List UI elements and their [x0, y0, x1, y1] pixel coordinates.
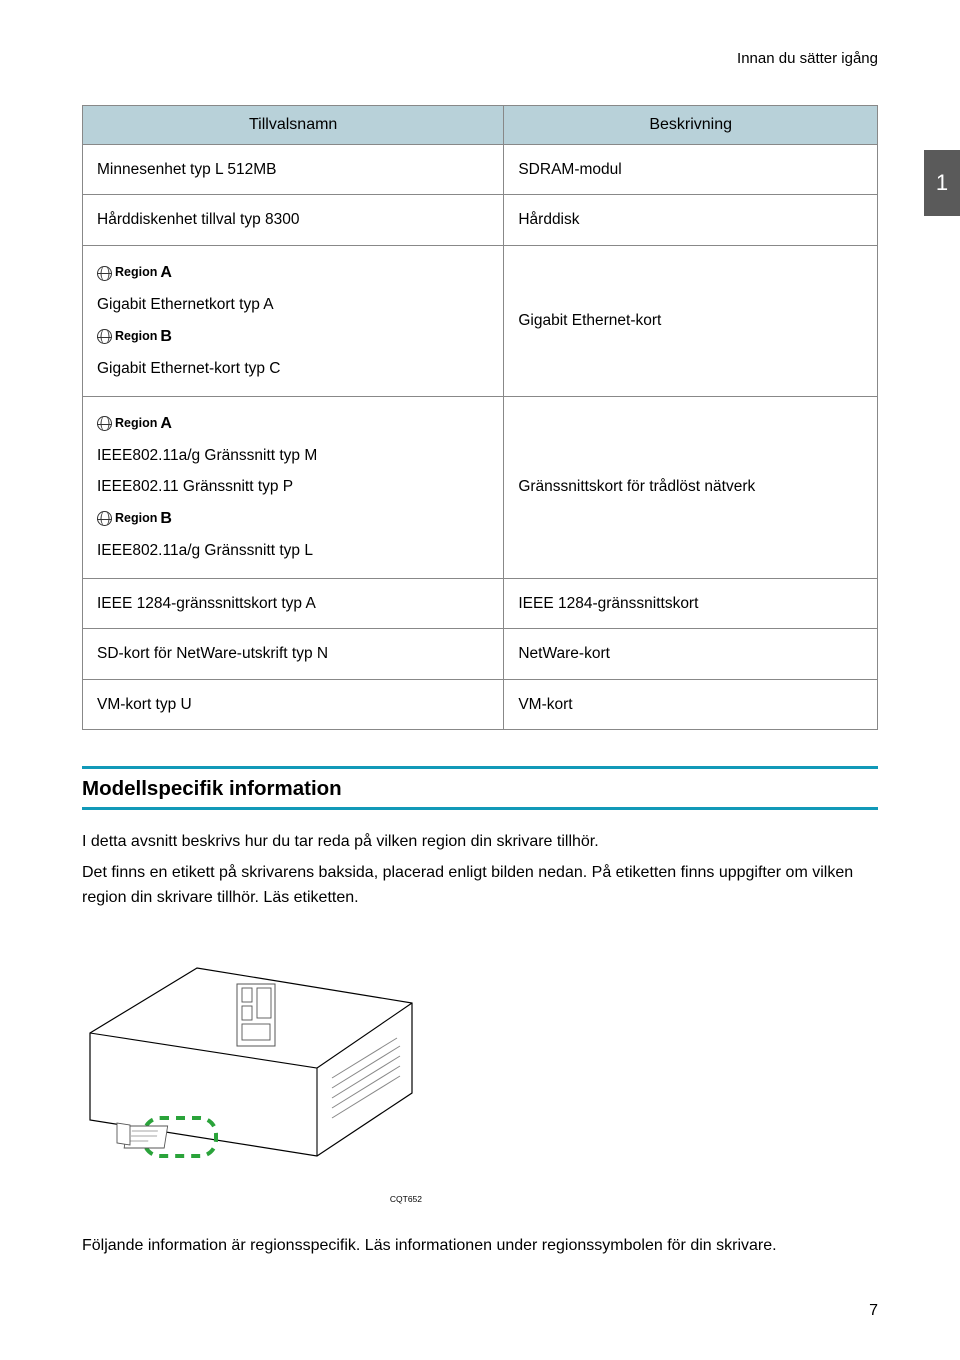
globe-icon	[97, 329, 112, 344]
page-chapter-tab: 1	[924, 150, 960, 216]
cell-text: IEEE802.11a/g Gränssnitt typ M	[97, 441, 489, 470]
cell-desc: Hårddisk	[504, 195, 878, 245]
table-row: SD-kort för NetWare-utskrift typ N NetWa…	[83, 629, 878, 679]
globe-icon	[97, 416, 112, 431]
cell-text: Gigabit Ethernet-kort typ C	[97, 354, 489, 383]
cell-desc: Gränssnittskort för trådlöst nätverk	[504, 396, 878, 578]
cell-desc: VM-kort	[504, 679, 878, 729]
cell-name: Minnesenhet typ L 512MB	[83, 145, 504, 195]
page-number: 7	[869, 1302, 878, 1320]
region-a-badge: Region A	[97, 258, 172, 288]
cell-text: Gigabit Ethernetkort typ A	[97, 290, 489, 319]
cell-name: Region A IEEE802.11a/g Gränssnitt typ M …	[83, 396, 504, 578]
body-paragraph: I detta avsnitt beskrivs hur du tar reda…	[82, 830, 878, 855]
region-b-badge: Region B	[97, 504, 172, 534]
cell-name: IEEE 1284-gränssnittskort typ A	[83, 578, 504, 628]
table-row: IEEE 1284-gränssnittskort typ A IEEE 128…	[83, 578, 878, 628]
cell-text: IEEE802.11a/g Gränssnitt typ L	[97, 536, 489, 565]
col-header-name: Tillvalsnamn	[83, 106, 504, 145]
region-letter: A	[160, 258, 172, 288]
region-letter: B	[160, 322, 172, 352]
region-b-badge: Region B	[97, 322, 172, 352]
cell-name: VM-kort typ U	[83, 679, 504, 729]
table-row: Region A Gigabit Ethernetkort typ A Regi…	[83, 245, 878, 396]
table-row: Region A IEEE802.11a/g Gränssnitt typ M …	[83, 396, 878, 578]
header-title: Innan du sätter igång	[82, 50, 878, 67]
table-row: Hårddiskenhet tillval typ 8300 Hårddisk	[83, 195, 878, 245]
body-paragraph: Följande information är regionsspecifik.…	[82, 1234, 878, 1259]
options-table: Tillvalsnamn Beskrivning Minnesenhet typ…	[82, 105, 878, 730]
globe-icon	[97, 511, 112, 526]
cell-desc: NetWare-kort	[504, 629, 878, 679]
region-letter: A	[160, 409, 172, 439]
illustration-code: CQT652	[82, 1194, 422, 1204]
region-letter: B	[160, 504, 172, 534]
cell-desc: SDRAM-modul	[504, 145, 878, 195]
region-label: Region	[115, 325, 157, 349]
body-paragraph: Det finns en etikett på skrivarens baksi…	[82, 861, 878, 911]
section-heading: Modellspecifik information	[82, 766, 878, 810]
region-label: Region	[115, 507, 157, 531]
table-row: VM-kort typ U VM-kort	[83, 679, 878, 729]
globe-icon	[97, 266, 112, 281]
cell-name: Region A Gigabit Ethernetkort typ A Regi…	[83, 245, 504, 396]
region-label: Region	[115, 412, 157, 436]
region-label: Region	[115, 261, 157, 285]
cell-name: Hårddiskenhet tillval typ 8300	[83, 195, 504, 245]
col-header-desc: Beskrivning	[504, 106, 878, 145]
cell-name: SD-kort för NetWare-utskrift typ N	[83, 629, 504, 679]
cell-text: IEEE802.11 Gränssnitt typ P	[97, 472, 489, 501]
cell-desc: IEEE 1284-gränssnittskort	[504, 578, 878, 628]
table-header-row: Tillvalsnamn Beskrivning	[83, 106, 878, 145]
table-row: Minnesenhet typ L 512MB SDRAM-modul	[83, 145, 878, 195]
region-a-badge: Region A	[97, 409, 172, 439]
cell-desc: Gigabit Ethernet-kort	[504, 245, 878, 396]
printer-label-illustration	[82, 928, 878, 1188]
